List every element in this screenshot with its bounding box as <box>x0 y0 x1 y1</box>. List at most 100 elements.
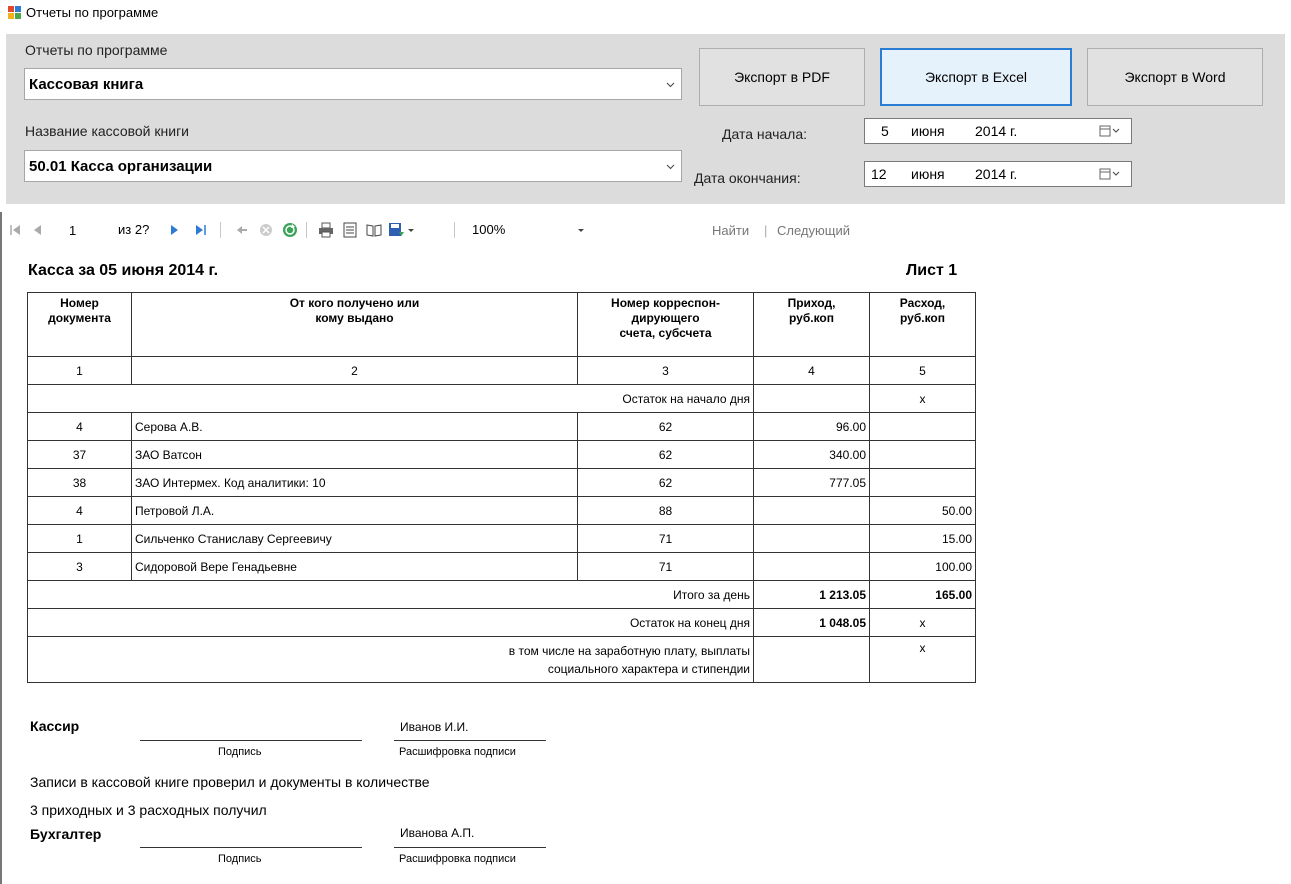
end-date-picker[interactable]: 12 июня 2014 г. <box>864 161 1132 187</box>
end-year: 2014 г. <box>975 166 1018 182</box>
row-income: 96.00 <box>753 412 870 441</box>
table-row: 1 Сильченко Станиславу Сергеевичу 71 15.… <box>27 524 976 553</box>
page-setup-icon[interactable] <box>366 222 382 238</box>
find-link[interactable]: Найти <box>712 223 749 238</box>
calendar-dropdown-icon[interactable] <box>1099 168 1121 180</box>
total-expense: 165.00 <box>869 580 976 609</box>
header-account: Номер корреспон-дирующего счета, субсчета <box>577 292 754 357</box>
end-date-label: Дата окончания: <box>694 170 801 186</box>
opening-balance-label: Остаток на начало дня <box>27 384 754 413</box>
salary-out: х <box>869 636 976 683</box>
first-page-icon[interactable] <box>8 222 24 238</box>
export-save-icon[interactable] <box>388 222 404 238</box>
row-account: 62 <box>577 440 754 469</box>
print-layout-icon[interactable] <box>342 222 358 238</box>
row-who: ЗАО Ватсон <box>131 440 578 469</box>
closing-balance-label: Остаток на конец дня <box>27 608 754 637</box>
find-input[interactable] <box>606 218 702 242</box>
row-account: 71 <box>577 524 754 553</box>
print-icon[interactable] <box>318 222 334 238</box>
accountant-name-line <box>394 847 546 848</box>
row-doc: 4 <box>27 412 132 441</box>
refresh-icon[interactable] <box>282 222 298 238</box>
row-who: Серова А.В. <box>131 412 578 441</box>
row-account: 71 <box>577 552 754 581</box>
row-income <box>753 552 870 581</box>
accountant-signature-line <box>140 847 362 848</box>
table-row: 37 ЗАО Ватсон 62 340.00 <box>27 440 976 469</box>
find-next-link[interactable]: Следующий <box>777 223 850 238</box>
accountant-label: Бухгалтер <box>30 826 102 842</box>
back-icon[interactable] <box>234 222 250 238</box>
row-expense <box>869 412 976 441</box>
row-expense: 100.00 <box>869 552 976 581</box>
opening-balance-out: х <box>869 384 976 413</box>
verification-note: Записи в кассовой книге проверил и докум… <box>30 774 430 790</box>
report-title: Касса за 05 июня 2014 г. <box>28 262 219 279</box>
report-page: Касса за 05 июня 2014 г. Лист 1 Номер док… <box>0 248 1291 884</box>
salary-row: в том числе на заработную плату, выплаты… <box>27 636 976 683</box>
row-income: 340.00 <box>753 440 870 469</box>
accountant-decode-caption: Расшифровка подписи <box>399 853 516 865</box>
row-who: ЗАО Интермех. Код аналитики: 10 <box>131 468 578 497</box>
book-select-value: 50.01 Касса организации <box>29 158 213 175</box>
next-page-icon[interactable] <box>166 222 182 238</box>
row-doc: 3 <box>27 552 132 581</box>
cashier-sign-caption: Подпись <box>218 746 262 758</box>
table-row: 3 Сидоровой Вере Генадьевне 71 100.00 <box>27 552 976 581</box>
column-number-row: 1 2 3 4 5 <box>27 356 976 385</box>
stop-icon[interactable] <box>258 222 274 238</box>
prev-page-icon[interactable] <box>30 222 46 238</box>
total-income: 1 213.05 <box>753 580 870 609</box>
chevron-down-icon[interactable] <box>406 222 416 238</box>
row-expense: 15.00 <box>869 524 976 553</box>
row-account: 88 <box>577 496 754 525</box>
start-date-picker[interactable]: 5 июня 2014 г. <box>864 118 1132 144</box>
col-number: 1 <box>27 356 132 385</box>
row-expense <box>869 440 976 469</box>
start-year: 2014 г. <box>975 123 1018 139</box>
report-label: Отчеты по программе <box>25 42 168 58</box>
cash-book-table: Номер документа От кого получено или кому … <box>27 292 976 683</box>
header-from: От кого получено или кому выдано <box>131 292 578 357</box>
export-excel-button[interactable]: Экспорт в Excel <box>880 48 1072 106</box>
header-income: Приход, руб.коп <box>753 292 870 357</box>
calendar-dropdown-icon[interactable] <box>1099 125 1121 137</box>
row-income <box>753 496 870 525</box>
book-label: Название кассовой книги <box>25 123 189 139</box>
closing-balance-out: х <box>869 608 976 637</box>
cashier-name-line <box>394 740 546 741</box>
start-date-label: Дата начала: <box>722 126 808 142</box>
row-who: Петровой Л.А. <box>131 496 578 525</box>
start-month: июня <box>911 123 945 139</box>
row-expense: 50.00 <box>869 496 976 525</box>
book-select[interactable]: 50.01 Касса организации <box>24 150 682 182</box>
closing-balance-in: 1 048.05 <box>753 608 870 637</box>
row-who: Сильченко Станиславу Сергеевичу <box>131 524 578 553</box>
last-page-icon[interactable] <box>192 222 208 238</box>
report-toolbar: 1 из 2? 100% Найти | Следующий <box>0 212 1291 248</box>
chevron-down-icon <box>666 82 675 88</box>
col-number: 4 <box>753 356 870 385</box>
export-word-button[interactable]: Экспорт в Word <box>1087 48 1263 106</box>
row-doc: 1 <box>27 524 132 553</box>
end-day: 12 <box>871 166 887 182</box>
table-header-row: Номер документа От кого получено или кому … <box>27 292 976 357</box>
report-select[interactable]: Кассовая книга <box>24 68 682 100</box>
window-title: Отчеты по программе <box>26 5 159 20</box>
table-row: 38 ЗАО Интермех. Код аналитики: 10 62 77… <box>27 468 976 497</box>
cashier-name: Иванов И.И. <box>400 720 469 734</box>
row-account: 62 <box>577 468 754 497</box>
accountant-sign-caption: Подпись <box>218 853 262 865</box>
zoom-select-value[interactable]: 100% <box>472 222 505 237</box>
cashier-decode-caption: Расшифровка подписи <box>399 746 516 758</box>
row-doc: 4 <box>27 496 132 525</box>
row-income <box>753 524 870 553</box>
export-pdf-button[interactable]: Экспорт в PDF <box>699 48 865 106</box>
page-number-input[interactable]: 1 <box>64 218 104 242</box>
opening-balance-row: Остаток на начало дня х <box>27 384 976 413</box>
row-doc: 38 <box>27 468 132 497</box>
end-month: июня <box>911 166 945 182</box>
toolbar-separator <box>306 222 307 238</box>
chevron-down-icon[interactable] <box>576 222 586 238</box>
